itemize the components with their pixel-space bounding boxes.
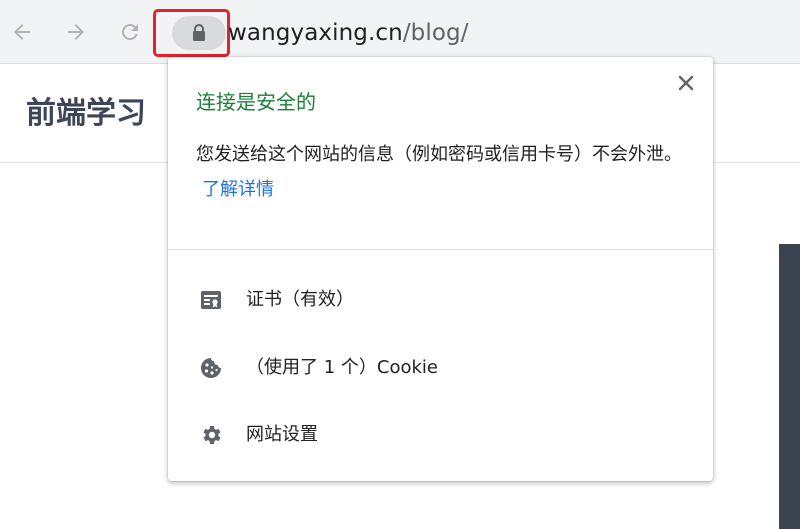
url-host: wangyaxing.cn: [228, 20, 403, 46]
site-settings-label: 网站设置: [246, 424, 318, 445]
close-button[interactable]: [672, 69, 700, 97]
page-side-panel: [779, 244, 800, 529]
gear-icon: [198, 422, 224, 448]
site-title[interactable]: 前端学习: [26, 92, 146, 136]
certificate-icon: [198, 287, 224, 313]
description-text: 您发送给这个网站的信息（例如密码或信用卡号）不会外泄。: [196, 144, 682, 165]
site-info-popup: 连接是安全的 您发送给这个网站的信息（例如密码或信用卡号）不会外泄。了解详情 证…: [168, 57, 713, 481]
cookie-label: （使用了 1 个）Cookie: [246, 357, 438, 378]
divider: [168, 249, 713, 250]
site-settings-item[interactable]: 网站设置: [168, 407, 713, 463]
url-text[interactable]: wangyaxing.cn/blog/: [228, 18, 469, 48]
cookie-icon: [198, 355, 224, 381]
connection-status-title: 连接是安全的: [196, 90, 316, 114]
back-button[interactable]: [8, 18, 36, 46]
learn-more-link[interactable]: 了解详情: [202, 179, 274, 200]
close-icon: [678, 75, 694, 91]
cookie-item[interactable]: （使用了 1 个）Cookie: [168, 340, 713, 396]
certificate-item[interactable]: 证书（有效）: [168, 272, 713, 328]
forward-button[interactable]: [62, 18, 90, 46]
reload-icon: [122, 24, 138, 40]
arrow-left-icon: [14, 24, 30, 40]
url-path: /blog/: [402, 20, 469, 46]
connection-description: 您发送给这个网站的信息（例如密码或信用卡号）不会外泄。了解详情: [196, 137, 686, 207]
reload-button[interactable]: [116, 18, 144, 46]
arrow-right-icon: [68, 24, 84, 40]
certificate-label: 证书（有效）: [246, 289, 354, 310]
highlight-annotation: [153, 9, 230, 57]
